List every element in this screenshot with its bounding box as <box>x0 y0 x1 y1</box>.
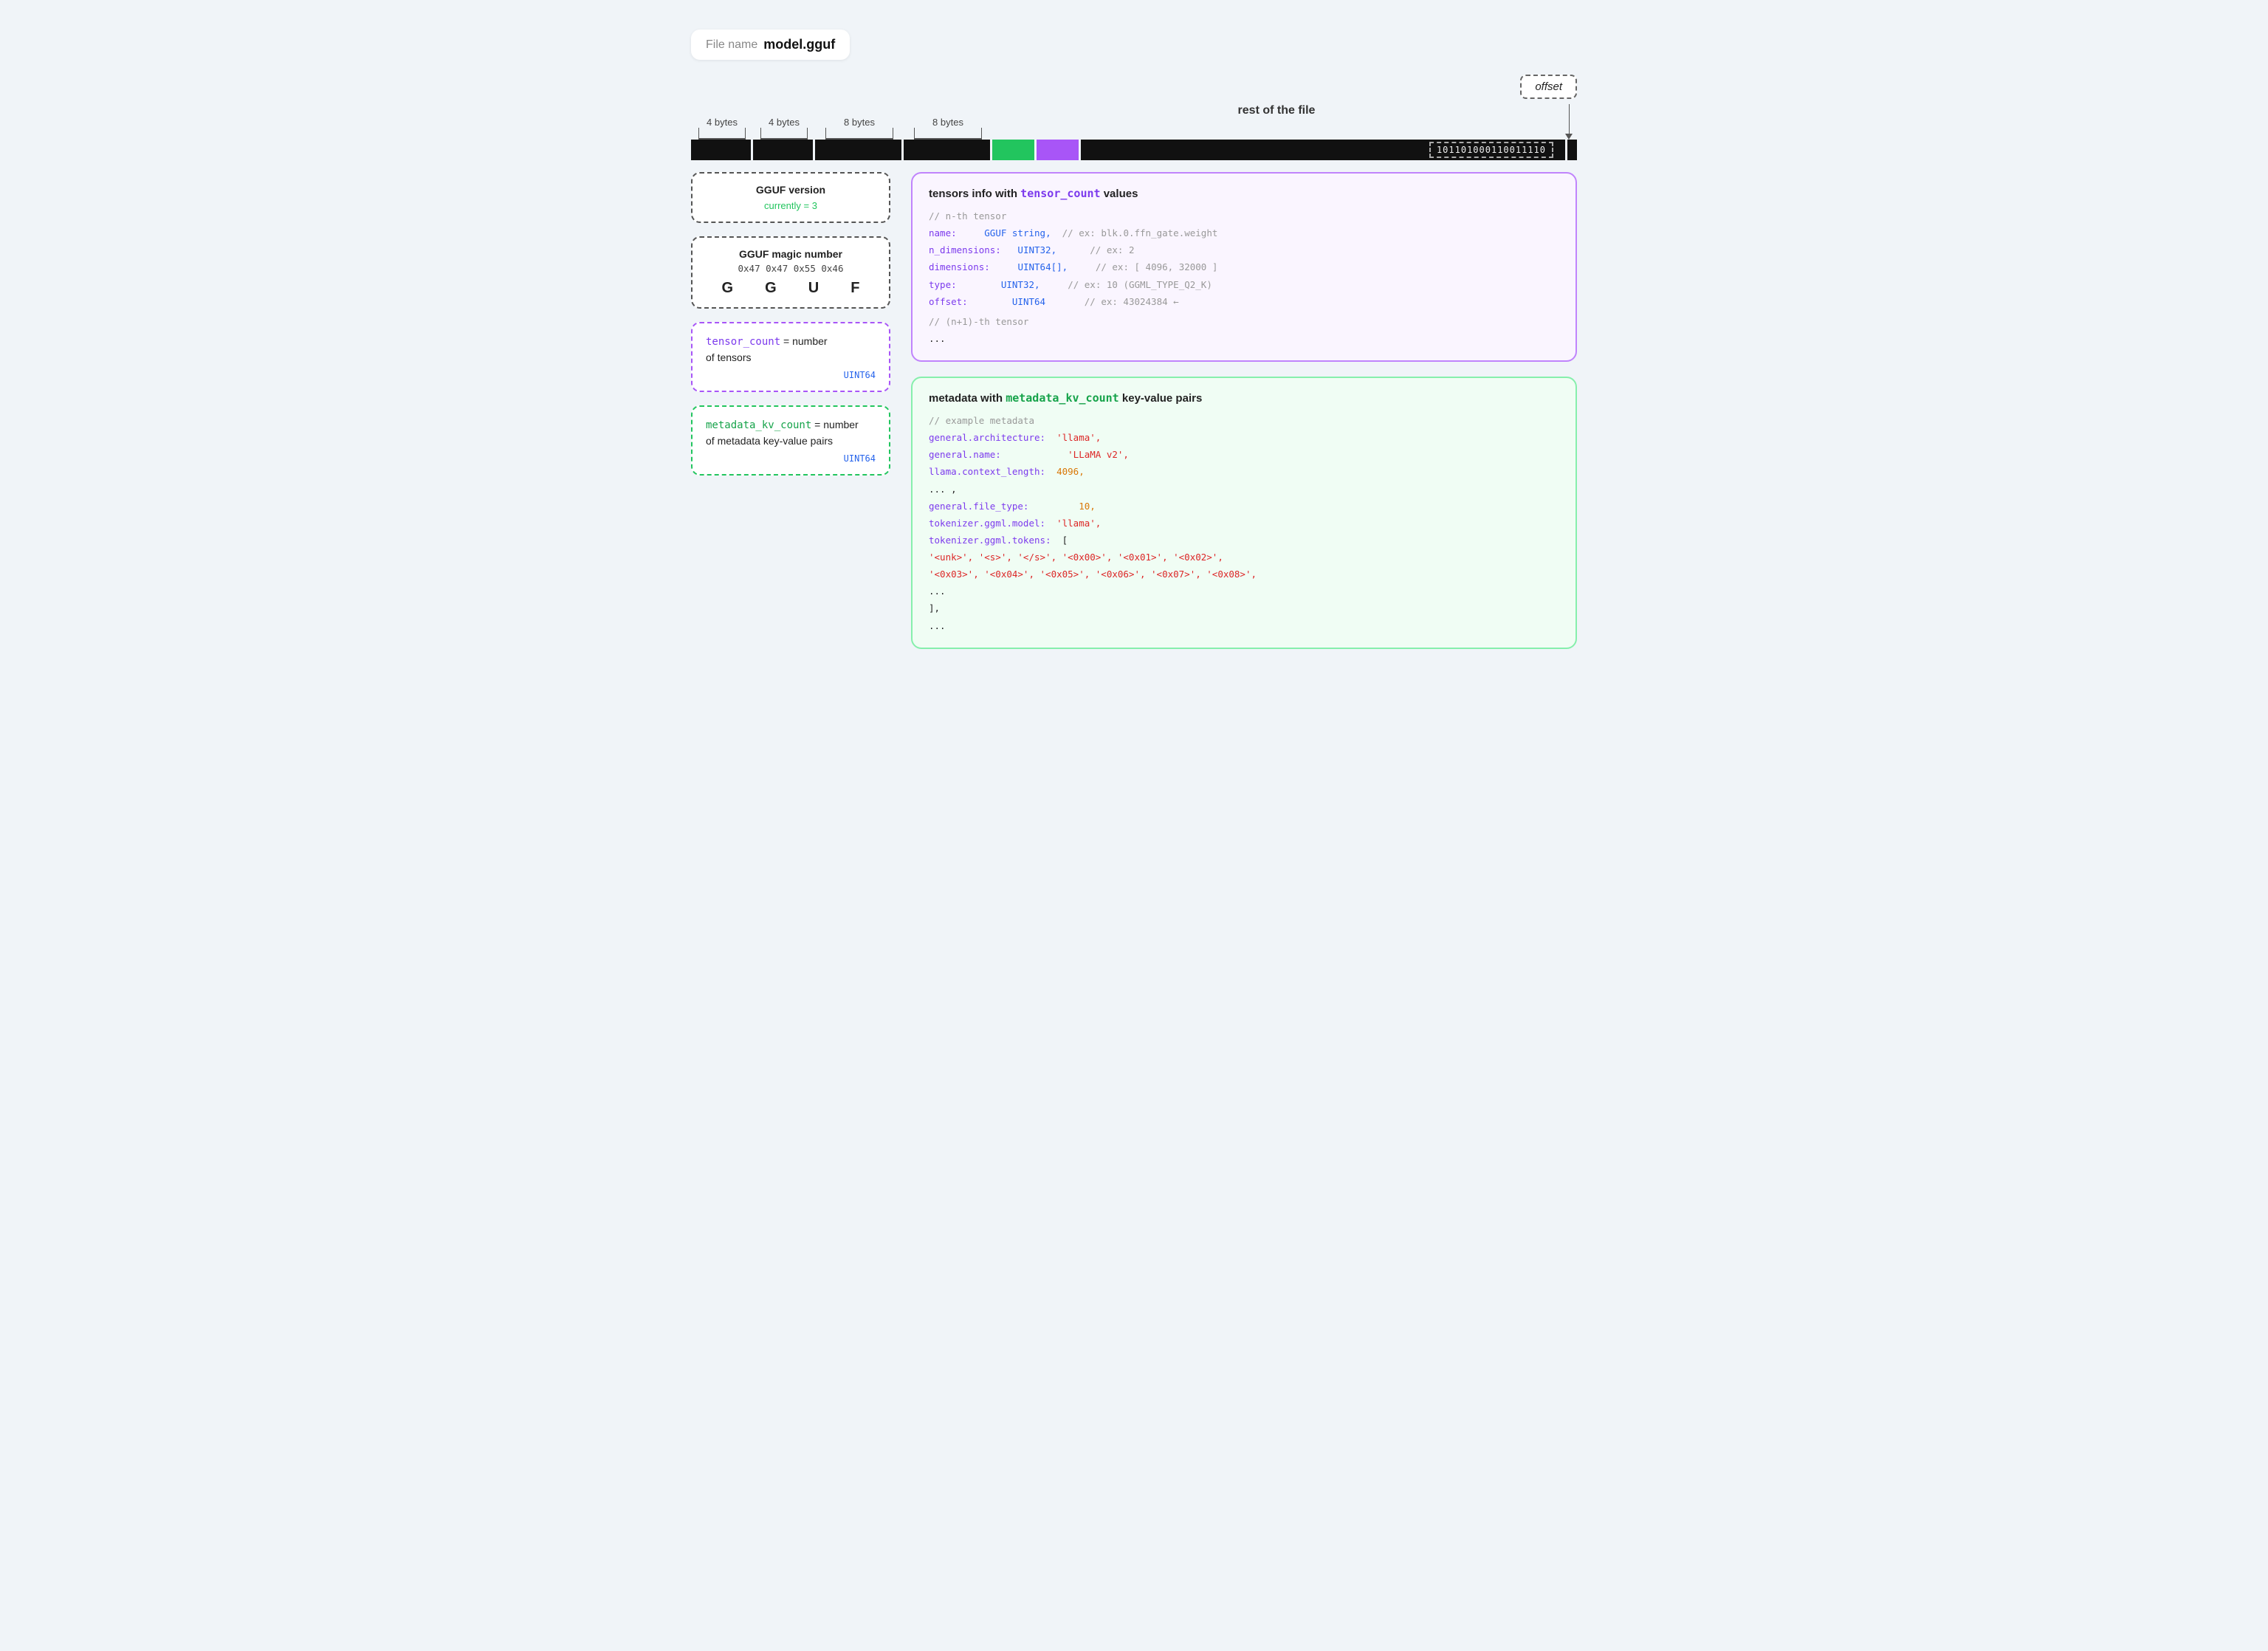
gguf-version-title: GGUF version <box>706 184 876 196</box>
byte-bar-area: 4 bytes 4 bytes 8 bytes <box>691 104 1577 160</box>
rest-of-file-label: rest of the file <box>992 104 1561 140</box>
magic-title: GGUF magic number <box>706 248 876 260</box>
magic-hex: 0x47 0x47 0x55 0x46 <box>706 263 876 274</box>
byte-labels-row: 4 bytes 4 bytes 8 bytes <box>691 104 1577 140</box>
file-name-box: File name model.gguf <box>691 30 850 60</box>
metadata-code-block: // example metadata general.architecture… <box>929 412 1559 634</box>
metadata-kv-count-text: metadata_kv_count = number of metadata k… <box>706 417 876 449</box>
gguf-version-sub: currently = 3 <box>706 200 876 211</box>
meta-tokens-line1: '<unk>', '<s>', '</s>', '<0x00>', '<0x01… <box>929 549 1559 566</box>
right-column: tensors info with tensor_count values //… <box>911 172 1577 649</box>
tensors-info-box: tensors info with tensor_count values //… <box>911 172 1577 362</box>
main-content: GGUF version currently = 3 GGUF magic nu… <box>691 172 1577 649</box>
meta-tokens-ellipsis: ... <box>929 583 1559 600</box>
bar-seg-black-3 <box>815 140 904 160</box>
byte-label-1: 4 bytes <box>691 117 753 140</box>
tensor-count-type: UINT64 <box>706 370 876 380</box>
tensor-count-box: tensor_count = number of tensors UINT64 <box>691 322 890 392</box>
bar-seg-green <box>992 140 1037 160</box>
metadata-box: metadata with metadata_kv_count key-valu… <box>911 377 1577 649</box>
tensors-field-offset: offset: UINT64 // ex: 43024384 ← <box>929 293 1559 310</box>
meta-final-ellipsis: ... <box>929 617 1559 634</box>
metadata-kv-count-type: UINT64 <box>706 453 876 464</box>
tensors-code-block: // n-th tensor name: GGUF string, // ex:… <box>929 207 1559 347</box>
tensors-ellipsis: ... <box>929 330 1559 347</box>
file-name-value: model.gguf <box>763 37 835 52</box>
meta-line-tokmodel: tokenizer.ggml.model: 'llama', <box>929 515 1559 532</box>
byte-label-4: 8 bytes <box>904 117 992 140</box>
bar-seg-rest: 101101000110011110 <box>1081 140 1565 160</box>
magic-letter-g1: G <box>722 280 734 297</box>
magic-letters: G G U F <box>706 280 876 297</box>
bar-seg-end <box>1565 140 1577 160</box>
metadata-comment1: // example metadata <box>929 412 1559 429</box>
gguf-magic-box: GGUF magic number 0x47 0x47 0x55 0x46 G … <box>691 236 890 309</box>
tensors-comment2: // (n+1)-th tensor <box>929 313 1559 330</box>
meta-line-ctx: llama.context_length: 4096, <box>929 463 1559 480</box>
page: File name model.gguf offset 4 bytes 4 by… <box>691 30 1577 649</box>
tensor-count-text: tensor_count = number of tensors <box>706 334 876 365</box>
offset-label: offset <box>1520 75 1577 99</box>
metadata-title: metadata with metadata_kv_count key-valu… <box>929 391 1559 405</box>
meta-line-filetype: general.file_type: 10, <box>929 498 1559 515</box>
left-column: GGUF version currently = 3 GGUF magic nu… <box>691 172 890 649</box>
meta-line-dots1: ... , <box>929 481 1559 498</box>
byte-bar: 101101000110011110 <box>691 140 1577 160</box>
tensors-field-type: type: UINT32, // ex: 10 (GGML_TYPE_Q2_K) <box>929 276 1559 293</box>
magic-letter-f: F <box>850 280 859 297</box>
meta-close-bracket: ], <box>929 600 1559 617</box>
gguf-version-box: GGUF version currently = 3 <box>691 172 890 223</box>
tensors-field-dims: dimensions: UINT64[], // ex: [ 4096, 320… <box>929 258 1559 275</box>
bar-seg-black-2 <box>753 140 815 160</box>
metadata-kv-count-box: metadata_kv_count = number of metadata k… <box>691 405 890 476</box>
meta-line-toktokens: tokenizer.ggml.tokens: [ <box>929 532 1559 549</box>
byte-label-2: 4 bytes <box>753 117 815 140</box>
tensors-field-name: name: GGUF string, // ex: blk.0.ffn_gate… <box>929 224 1559 241</box>
bar-seg-black-4 <box>904 140 992 160</box>
tensors-comment1: // n-th tensor <box>929 207 1559 224</box>
meta-line-name: general.name: 'LLaMA v2', <box>929 446 1559 463</box>
byte-label-3: 8 bytes <box>815 117 904 140</box>
binary-value-box: 101101000110011110 <box>1429 142 1553 158</box>
tensors-title: tensors info with tensor_count values <box>929 187 1559 200</box>
tensors-field-ndim: n_dimensions: UINT32, // ex: 2 <box>929 241 1559 258</box>
meta-line-arch: general.architecture: 'llama', <box>929 429 1559 446</box>
bar-seg-black-1 <box>691 140 753 160</box>
file-name-label: File name <box>706 38 757 52</box>
bar-seg-purple <box>1037 140 1081 160</box>
magic-letter-u: U <box>808 280 819 297</box>
meta-tokens-line2: '<0x03>', '<0x04>', '<0x05>', '<0x06>', … <box>929 566 1559 583</box>
magic-letter-g2: G <box>765 280 777 297</box>
